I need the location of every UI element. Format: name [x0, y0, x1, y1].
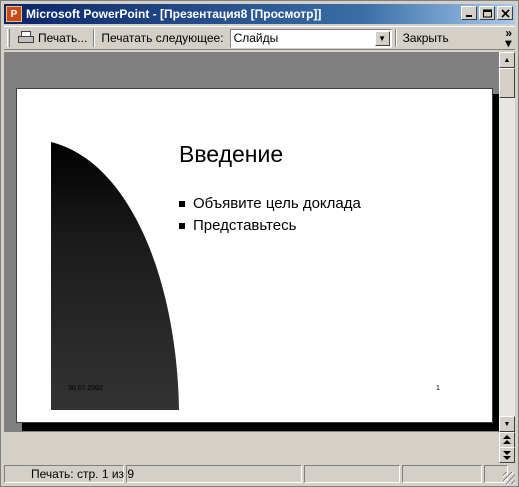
title-bar[interactable]: P Microsoft PowerPoint - [Презентация8 […	[4, 4, 515, 24]
toolbar-separator	[394, 29, 397, 47]
chevron-double-right-icon[interactable]: » ▾	[505, 27, 512, 49]
previous-slide-button[interactable]	[499, 432, 515, 448]
print-preview-area: Введение Объявите цель доклада Представь…	[4, 52, 499, 432]
close-icon	[500, 8, 510, 18]
slide-bullet: Представьтесь	[179, 217, 296, 234]
status-page-text: Печать: стр. 1 из 9	[4, 465, 134, 483]
bullet-text: Объявите цель доклада	[193, 195, 361, 212]
close-button[interactable]	[497, 6, 513, 20]
bullet-square-icon	[179, 200, 185, 207]
slide-footer-date: 30.07.2002	[68, 385, 104, 392]
scroll-up-button[interactable]: ▲	[499, 52, 515, 68]
toolbar-separator	[93, 29, 96, 47]
restore-button[interactable]	[479, 6, 495, 20]
status-pane	[402, 465, 482, 483]
printer-icon	[17, 31, 35, 45]
powerpoint-window: P Microsoft PowerPoint - [Презентация8 […	[0, 0, 519, 487]
print-button[interactable]: Печать...	[14, 28, 90, 48]
slide-footer-number: 1	[436, 385, 440, 392]
size-grip-icon[interactable]	[503, 472, 515, 484]
decorative-quarter-shape	[51, 142, 179, 410]
window-controls	[461, 6, 513, 20]
status-pane	[126, 465, 302, 483]
print-button-label: Печать...	[38, 31, 88, 45]
scroll-thumb[interactable]	[499, 68, 515, 98]
slide-bullet: Объявите цель доклада	[179, 195, 361, 212]
bullet-square-icon	[179, 222, 185, 229]
scroll-corner-area	[4, 432, 499, 462]
print-what-value: Слайды	[233, 31, 279, 45]
powerpoint-icon[interactable]: P	[6, 6, 22, 22]
minimize-button[interactable]	[461, 6, 477, 20]
slide-title: Введение	[179, 141, 284, 167]
minimize-icon	[466, 15, 472, 17]
dropdown-arrow-icon[interactable]: ▼	[374, 30, 390, 46]
status-bar: Печать: стр. 1 из 9	[4, 464, 515, 484]
window-title: Microsoft PowerPoint - [Презентация8 [Пр…	[26, 7, 322, 21]
restore-icon	[482, 9, 492, 17]
bullet-text: Представьтесь	[193, 217, 297, 234]
print-what-label: Печатать следующее:	[101, 31, 224, 45]
toolbar-grip[interactable]	[7, 29, 10, 47]
print-what-select[interactable]: Слайды ▼	[229, 28, 392, 48]
scroll-down-button[interactable]: ▼	[499, 416, 515, 432]
preview-toolbar: Печать... Печатать следующее: Слайды ▼ З…	[4, 26, 515, 50]
next-slide-button[interactable]	[499, 447, 515, 463]
status-pane	[304, 465, 400, 483]
vertical-scrollbar[interactable]: ▲ ▼	[499, 52, 515, 463]
close-preview-button[interactable]: Закрыть	[400, 28, 452, 48]
double-up-arrow-icon	[503, 435, 511, 444]
double-down-arrow-icon	[503, 451, 511, 460]
slide-page: Введение Объявите цель доклада Представь…	[16, 88, 493, 423]
